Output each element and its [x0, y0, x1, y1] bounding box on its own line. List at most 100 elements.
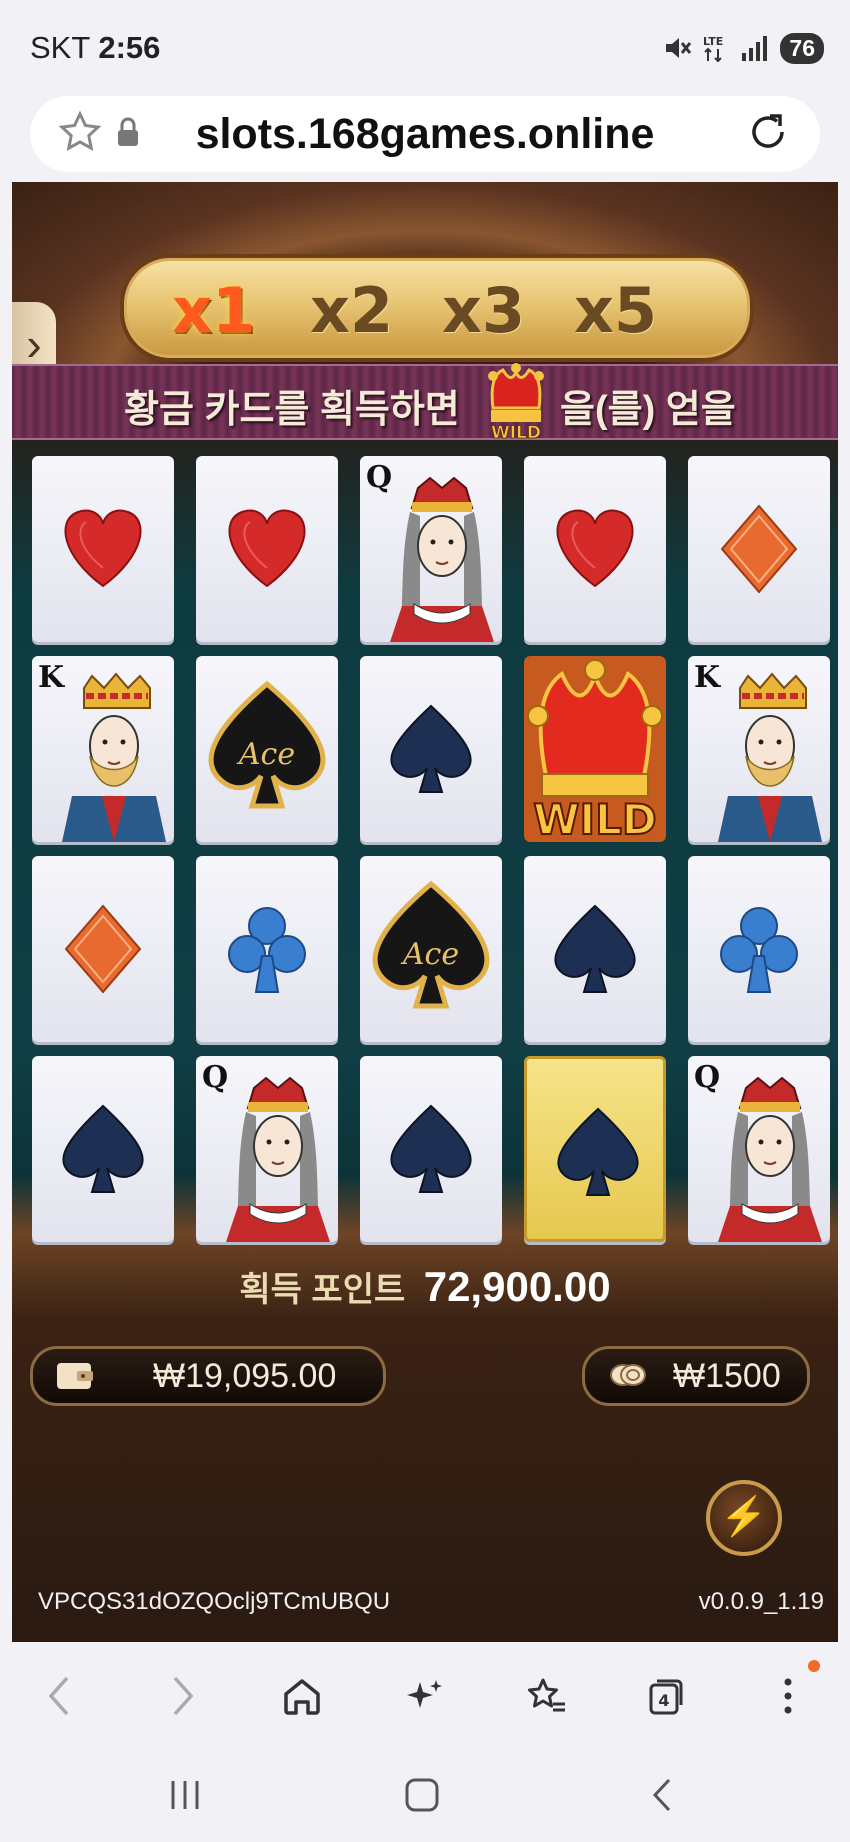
status-time: SKT 2:56 — [30, 30, 160, 66]
status-bar: SKT 2:56 LTE 76 — [0, 0, 850, 92]
reel-grid: Q K Ace WILD K Ace Q Q — [22, 456, 830, 1286]
card-club — [688, 856, 830, 1042]
home-icon — [284, 1679, 320, 1715]
home-system-button[interactable] — [392, 1770, 452, 1820]
turbo-button[interactable]: ⚡ — [706, 1480, 782, 1556]
club-symbol-icon — [720, 907, 798, 993]
card-heart — [32, 456, 174, 642]
sparkle-icon — [407, 1680, 442, 1708]
points-label: 획득 포인트 — [239, 1271, 406, 1309]
star-list-icon — [528, 1678, 565, 1712]
url-bar[interactable]: slots.168games.online — [30, 96, 820, 172]
balance-value: ₩19,095.00 — [153, 1357, 337, 1395]
wild-mini-label: WILD — [491, 423, 541, 442]
wild-mini-icon: WILD — [488, 363, 544, 442]
card-queen: Q — [196, 1056, 338, 1242]
card-rank-letter: K — [38, 660, 65, 695]
diamond-symbol-icon — [720, 504, 798, 594]
card-spade — [360, 656, 502, 842]
card-ace: Ace — [360, 856, 502, 1042]
points-value: 72,900.00 — [423, 1263, 611, 1310]
multiplier-panel: x1 x2 x3 x5 — [120, 254, 754, 362]
card-rank-letter: K — [694, 660, 721, 695]
spade-symbol-icon — [554, 904, 636, 993]
wallet-icon — [57, 1363, 93, 1389]
spade-symbol-icon — [390, 704, 472, 793]
card-ace: Ace — [196, 656, 338, 842]
chevron-right-icon — [173, 1676, 194, 1716]
card-queen: Q — [688, 1056, 830, 1242]
coins-icon — [610, 1364, 646, 1386]
system-back-button[interactable] — [632, 1770, 692, 1820]
card-spade — [524, 856, 666, 1042]
gold-spade-symbol-icon — [557, 1107, 639, 1196]
svg-text:LTE: LTE — [703, 35, 723, 48]
multiplier-x2: x2 — [310, 274, 394, 347]
recent-apps-button[interactable] — [155, 1770, 215, 1820]
session-id: VPCQS31dOZQOclj9TCmUBQU — [38, 1588, 391, 1615]
lte-icon: LTE — [703, 35, 724, 63]
card-diamond — [688, 456, 830, 642]
reload-icon[interactable] — [746, 110, 790, 154]
clock-label: 2:56 — [98, 30, 161, 65]
lightning-icon: ⚡ — [720, 1496, 768, 1538]
version-label: v0.0.9_1.19 — [698, 1588, 824, 1615]
browser-nav-bar: 4 — [0, 1642, 850, 1748]
card-gold-spade — [524, 1056, 666, 1242]
tabs-count: 4 — [658, 1691, 669, 1710]
club-symbol-icon — [228, 907, 306, 993]
heart-symbol-icon — [556, 509, 634, 588]
spade-symbol-icon — [390, 1104, 472, 1193]
back-arrow-icon — [652, 1778, 671, 1812]
more-vert-icon — [784, 1678, 792, 1714]
spade-symbol-icon — [62, 1104, 144, 1193]
tabs-button[interactable]: 4 — [636, 1666, 696, 1726]
status-icons: LTE 76 — [662, 30, 824, 66]
diamond-symbol-icon — [64, 904, 142, 994]
home-square-icon — [405, 1778, 439, 1812]
card-diamond — [32, 856, 174, 1042]
card-spade — [360, 1056, 502, 1242]
bookmarks-button[interactable] — [516, 1666, 576, 1726]
url-text[interactable]: slots.168games.online — [30, 110, 820, 159]
balance-display: ₩19,095.00 — [30, 1346, 386, 1406]
multiplier-x1: x1 — [172, 274, 256, 347]
card-heart — [524, 456, 666, 642]
forward-button[interactable] — [152, 1666, 212, 1726]
mute-icon — [666, 38, 692, 58]
multiplier-x5: x5 — [574, 274, 658, 347]
card-king: K — [32, 656, 174, 842]
heart-symbol-icon — [228, 509, 306, 588]
tabs-icon: 4 — [649, 1679, 683, 1715]
banner-text-before: 황금 카드를 획득하면 — [124, 389, 460, 431]
multiplier-x3: x3 — [442, 274, 526, 347]
recent-apps-icon — [171, 1781, 199, 1809]
card-club — [196, 856, 338, 1042]
card-rank-letter: Q — [694, 1060, 721, 1095]
card-spade — [32, 1056, 174, 1242]
carrier-label: SKT — [30, 30, 90, 65]
bet-display[interactable]: ₩1500 — [582, 1346, 810, 1406]
system-nav-bar — [0, 1748, 850, 1842]
back-button[interactable] — [30, 1666, 90, 1726]
card-wild: WILD — [524, 656, 666, 842]
battery-indicator: 76 — [780, 32, 824, 64]
card-heart — [196, 456, 338, 642]
banner-text-after: 을(를) 얻을 — [560, 389, 736, 431]
signal-icon — [742, 36, 768, 61]
wild-symbol-icon: WILD — [524, 656, 666, 842]
home-button[interactable] — [272, 1666, 332, 1726]
card-rank-letter: Q — [202, 1060, 229, 1095]
ai-button[interactable] — [394, 1666, 454, 1726]
ace-text: Ace — [236, 737, 295, 772]
info-banner: 황금 카드를 획득하면 을(를) 얻을 — [12, 364, 838, 440]
card-king: K — [688, 656, 830, 842]
menu-button[interactable] — [758, 1666, 818, 1726]
ace-text: Ace — [400, 937, 459, 972]
game-area[interactable]: › x1 x2 x3 x5 황금 카드를 획득하면 을(를) 얻을 WILD Q… — [12, 182, 838, 1642]
card-rank-letter: Q — [366, 460, 393, 495]
wild-label: WILD — [533, 795, 657, 842]
chevron-left-icon — [48, 1676, 69, 1716]
ace-symbol-icon: Ace — [208, 680, 326, 809]
notification-dot — [808, 1660, 820, 1672]
